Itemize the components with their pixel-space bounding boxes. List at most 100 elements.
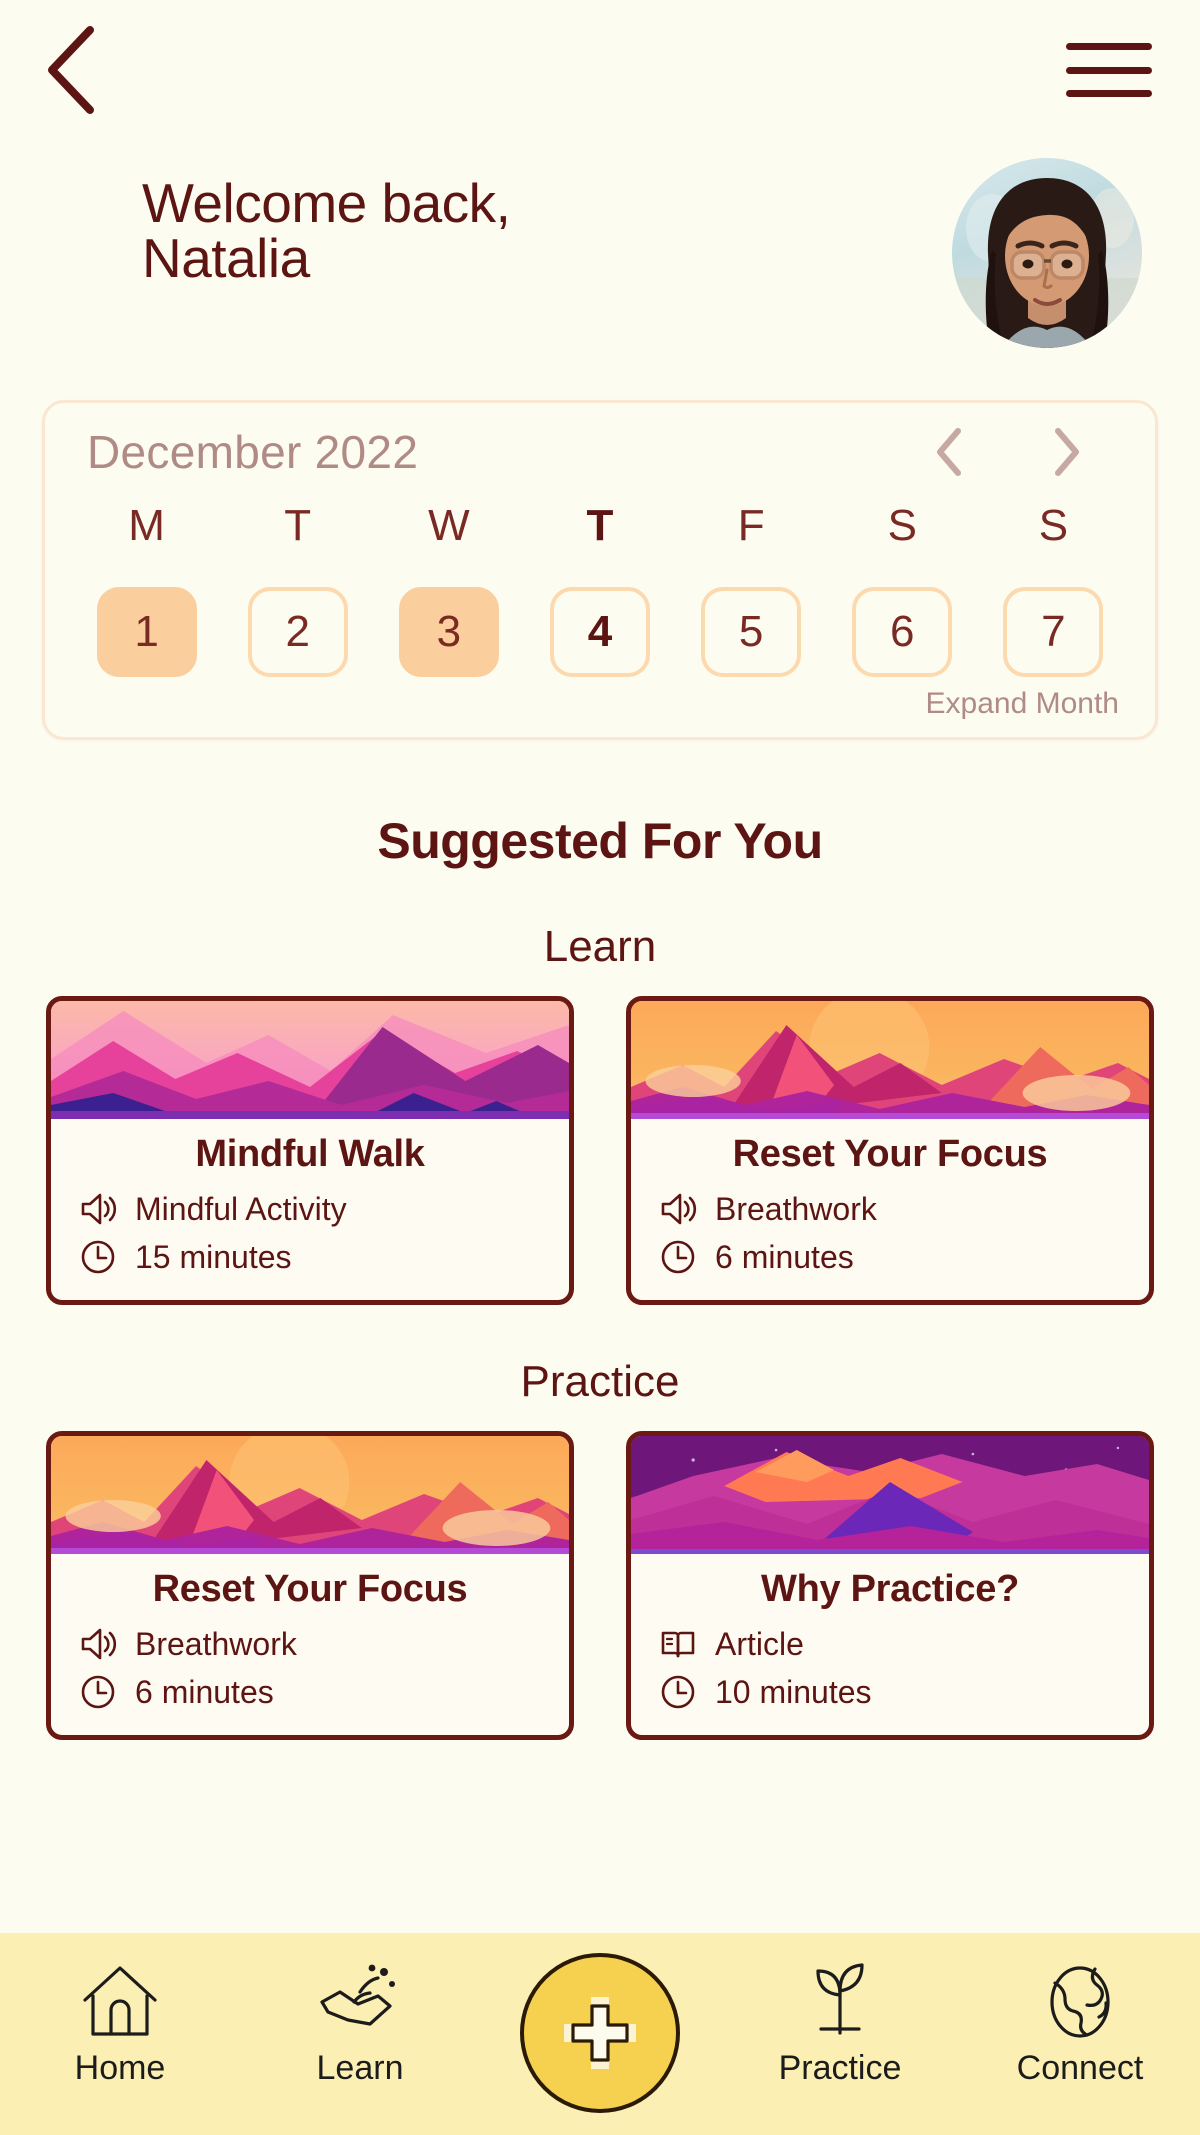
welcome-greeting: Welcome back, Natalia [142,172,511,289]
weekday-label: W [428,501,470,550]
sprout-icon [797,1959,883,2045]
card-art-pink-mountains [51,1001,569,1119]
card-art-orange-mountains [51,1436,569,1554]
card-title: Mindful Walk [195,1133,425,1175]
calendar-day-cell: 7 [978,587,1129,677]
nav-item-label: Home [74,2049,166,2087]
calendar-prev-button[interactable] [929,426,969,478]
chevron-left-icon [937,428,961,476]
card-body: Mindful Walk Mindful Activity 15 minutes [51,1119,569,1300]
clock-icon [77,1671,119,1713]
hand-seedling-icon [320,1964,395,2026]
back-button[interactable] [42,24,112,116]
hand-seedling-icon [314,1959,406,2045]
clock-icon [81,1240,115,1274]
weekday-label: S [1038,501,1069,550]
card-type-meta: Breathwork [51,1617,569,1665]
calendar-day-cell: 5 [676,587,827,677]
section-heading: Learn [543,922,657,971]
content-card[interactable]: Mindful Walk Mindful Activity 15 minutes [46,996,574,1305]
avatar-photo [952,158,1142,348]
card-body: Why Practice? Article 10 minutes [631,1554,1149,1735]
calendar-day-cell: 1 [71,587,222,677]
expand-month-link[interactable]: Expand Month [926,687,1119,721]
content-card[interactable]: Reset Your Focus Breathwork 6 minutes [626,996,1154,1305]
calendar-day-4[interactable]: 4 [549,587,650,677]
calendar-footer: Expand Month [71,677,1129,723]
card-title: Reset Your Focus [732,1133,1048,1175]
calendar-day-cell: 3 [373,587,524,677]
calendar-day-5[interactable]: 5 [701,587,802,677]
house-icon [77,1959,163,2045]
calendar-day-7[interactable]: 7 [1003,587,1104,677]
speaker-icon [77,1188,119,1230]
card-art-orange-mountains [631,1001,1149,1119]
calendar-section: December 2022 MTWTFSS 1234567 Expand Mon… [0,348,1200,740]
calendar-day-6[interactable]: 6 [852,587,953,677]
chevron-right-icon [1055,428,1079,476]
hamburger-menu-icon-bar [1066,43,1152,50]
calendar-day-3[interactable]: 3 [398,587,499,677]
card-duration-meta: 15 minutes [51,1230,569,1278]
speaker-icon [661,1193,697,1225]
calendar-weekday-row: MTWTFSS [71,501,1129,565]
top-bar [0,0,1200,140]
calendar-day-2[interactable]: 2 [247,587,348,677]
hamburger-menu-icon-bar [1066,66,1152,74]
section-heading: Practice [520,1357,680,1406]
clock-icon [661,1675,695,1709]
suggested-title: Suggested For You [377,813,823,869]
nav-item-connect[interactable]: Connect [990,1959,1170,2088]
card-type-meta: Mindful Activity [51,1182,569,1230]
card-type-meta: Article [631,1617,1149,1665]
card-body: Reset Your Focus Breathwork 6 minutes [631,1119,1149,1300]
add-button[interactable] [520,1953,680,2113]
calendar-days-row: 1234567 [71,587,1129,677]
card-title: Why Practice? [761,1568,1019,1610]
card-duration-label: 6 minutes [135,1673,274,1710]
speaker-icon [77,1623,119,1665]
card-duration-meta: 6 minutes [51,1665,569,1713]
plus-icon [564,1997,636,2069]
card-duration-label: 10 minutes [715,1673,872,1710]
nav-item-add[interactable] [510,1953,690,2113]
globe-icon [1050,1966,1110,2038]
speaker-icon [81,1628,117,1660]
weekday-label: S [887,501,917,550]
card-row: Mindful Walk Mindful Activity 15 minutes [0,996,1200,1305]
calendar-header: December 2022 [71,425,1129,479]
avatar[interactable] [952,158,1142,348]
nav-item-practice[interactable]: Practice [750,1959,930,2088]
weekday-label: T [586,501,614,550]
nav-item-label: Connect [1016,2049,1144,2087]
content-card[interactable]: Reset Your Focus Breathwork 6 minutes [46,1431,574,1740]
speaker-icon [657,1188,699,1230]
calendar-card: December 2022 MTWTFSS 1234567 Expand Mon… [42,400,1158,740]
bottom-navigation: Home Learn Practice Connect [0,1933,1200,2135]
calendar-day-cell: 2 [222,587,373,677]
content-card[interactable]: Why Practice? Article 10 minutes [626,1431,1154,1740]
nav-item-label: Learn [316,2049,404,2087]
calendar-nav [929,426,1123,478]
calendar-day-cell: 6 [827,587,978,677]
card-art-purple-mountains [631,1436,1149,1554]
book-icon [657,1623,699,1665]
suggested-sections: Learn Mindful Walk Mindful Activity 15 m… [0,870,1200,1740]
nav-item-home[interactable]: Home [30,1959,210,2088]
card-type-label: Breathwork [715,1190,877,1227]
card-row: Reset Your Focus Breathwork 6 minutes Wh… [0,1431,1200,1740]
weekday-label: T [284,501,312,550]
hamburger-menu-button[interactable] [1066,35,1152,105]
nav-item-learn[interactable]: Learn [270,1959,450,2088]
card-duration-meta: 10 minutes [631,1665,1149,1713]
card-type-label: Mindful Activity [135,1190,347,1227]
card-title: Reset Your Focus [152,1568,468,1610]
clock-icon [657,1236,699,1278]
calendar-day-cell: 4 [524,587,675,677]
calendar-next-button[interactable] [1047,426,1087,478]
app-screen: Welcome back, Natalia December 2022 M T … [0,0,1200,2135]
house-icon [83,1966,157,2036]
chevron-left-icon [48,26,94,114]
calendar-day-1[interactable]: 1 [96,587,197,677]
card-body: Reset Your Focus Breathwork 6 minutes [51,1554,569,1735]
